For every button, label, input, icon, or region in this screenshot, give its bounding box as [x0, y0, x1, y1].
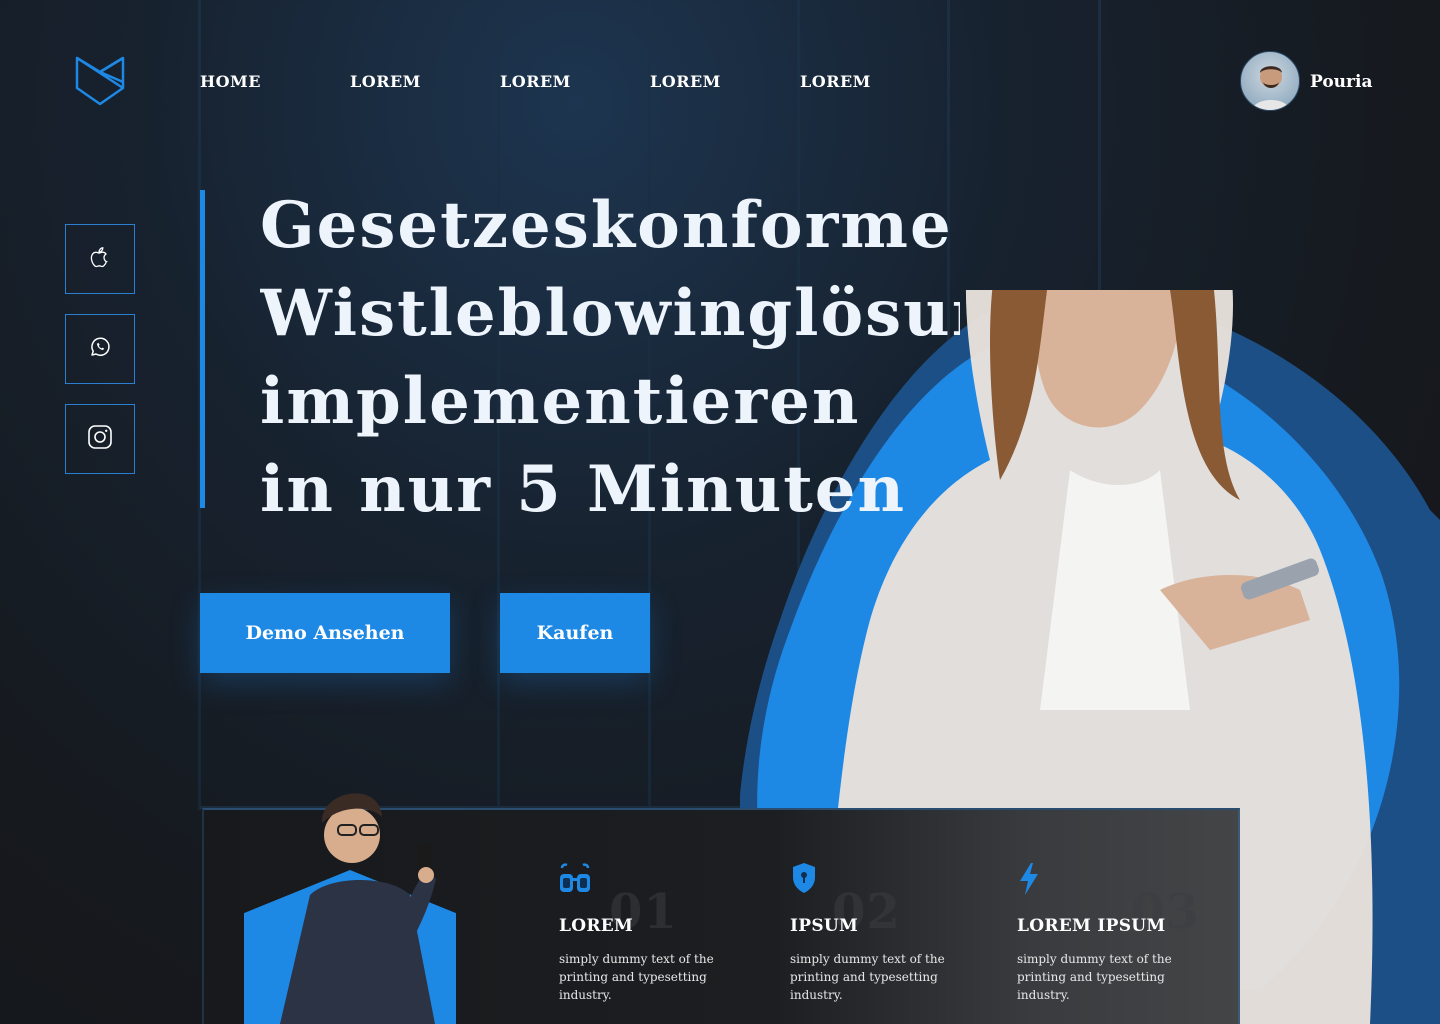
feature-title: IPSUM: [790, 916, 859, 936]
nav-item-lorem[interactable]: LOREM: [500, 72, 571, 91]
feature-item: 01 LOREM simply dummy text of the printi…: [559, 862, 779, 1002]
feature-description: simply dummy text of the printing and ty…: [559, 952, 714, 1002]
apple-button[interactable]: [65, 224, 135, 294]
user-avatar[interactable]: [1240, 51, 1300, 111]
buy-button[interactable]: Kaufen: [500, 593, 650, 673]
hero-title-line: implementieren: [260, 364, 861, 439]
hero-title: Gesetzeskonforme Wistleblowinglösung imp…: [260, 182, 960, 534]
feature-item: 02 IPSUM simply dummy text of the printi…: [790, 862, 1010, 1002]
nav-item-home[interactable]: HOME: [200, 72, 261, 91]
hero-accent-bar: [200, 190, 205, 508]
whatsapp-icon: [88, 335, 112, 363]
nav-item-lorem[interactable]: LOREM: [800, 72, 871, 91]
instagram-icon: [87, 424, 113, 454]
user-profile[interactable]: Pouria: [1240, 51, 1420, 111]
user-name: Pouria: [1310, 72, 1373, 92]
apple-icon: [89, 245, 111, 273]
feature-title: LOREM: [559, 916, 634, 936]
nav-item-lorem[interactable]: LOREM: [650, 72, 721, 91]
hero-title-line: Wistleblowinglösung: [260, 276, 960, 351]
shield-icon: [790, 862, 822, 896]
nav-item-lorem[interactable]: LOREM: [350, 72, 421, 91]
feature-description: simply dummy text of the printing and ty…: [790, 952, 945, 1002]
feature-description: simply dummy text of the printing and ty…: [1017, 952, 1172, 1002]
man-with-phone-image: [270, 775, 450, 1024]
whatsapp-button[interactable]: [65, 314, 135, 384]
hero-title-line: Gesetzeskonforme: [260, 188, 953, 263]
shield-logo-icon[interactable]: [74, 54, 126, 108]
feature-item: 03 LOREM IPSUM simply dummy text of the …: [1017, 862, 1237, 1002]
glasses-icon: [559, 862, 591, 896]
feature-title: LOREM IPSUM: [1017, 916, 1166, 936]
instagram-button[interactable]: [65, 404, 135, 474]
lightning-icon: [1017, 862, 1049, 896]
demo-button[interactable]: Demo Ansehen: [200, 593, 450, 673]
hero-title-line: in nur 5 Minuten: [260, 452, 907, 527]
